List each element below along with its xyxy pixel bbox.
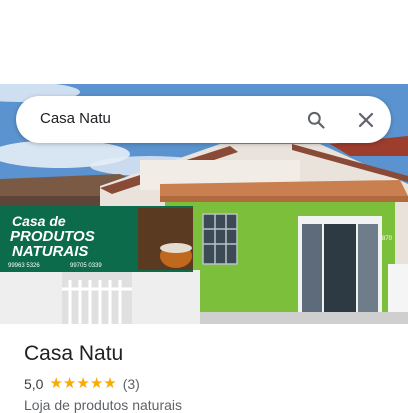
star-icon: ★: [49, 375, 63, 392]
sign-phone-2: 99705 0339: [70, 263, 102, 269]
search-button[interactable]: [300, 104, 332, 136]
clear-search-button[interactable]: [350, 104, 382, 136]
sign-line-1: Casa de: [12, 213, 66, 229]
house-number: 870: [382, 236, 393, 242]
sign-line-3: NATURAIS: [12, 243, 88, 260]
rating-row[interactable]: 5,0 ★ ★ ★ ★ ★ (3): [24, 376, 140, 392]
place-info-panel[interactable]: Casa Natu 5,0 ★ ★ ★ ★ ★ (3) Loja de prod…: [0, 324, 408, 413]
star-icon: ★: [62, 375, 77, 392]
star-icon: ★: [76, 375, 90, 392]
sign-phone-1: 99963 5326: [8, 263, 40, 269]
search-icon: [307, 111, 325, 129]
close-icon: [358, 112, 374, 128]
star-icon: ★: [103, 375, 117, 392]
place-category: Loja de produtos naturais: [24, 397, 182, 413]
rating-value: 5,0: [24, 376, 44, 392]
rating-stars: ★ ★ ★ ★ ★: [49, 375, 117, 392]
search-query-text[interactable]: Casa Natu: [40, 110, 111, 127]
search-bar[interactable]: Casa Natu: [16, 96, 391, 143]
star-icon: ★: [89, 375, 104, 392]
top-blank-area: [0, 0, 408, 84]
place-title: Casa Natu: [24, 342, 124, 365]
review-count[interactable]: (3): [123, 376, 140, 392]
